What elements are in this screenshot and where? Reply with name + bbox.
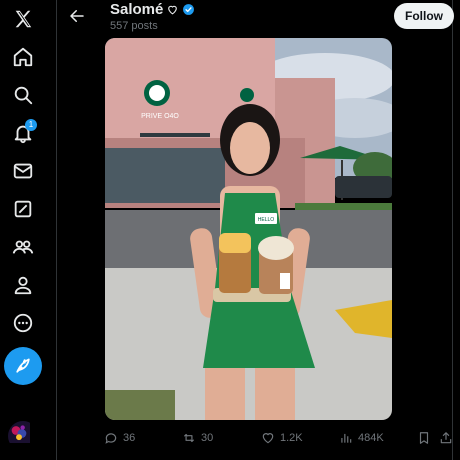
like-button[interactable]: 1.2K: [261, 428, 303, 448]
bookmark-icon: [419, 432, 429, 444]
reply-count: 36: [123, 432, 136, 444]
reply-button[interactable]: 36: [104, 428, 135, 448]
feather-icon: [16, 358, 30, 373]
apron-name-tag: HELLO: [258, 217, 275, 223]
profile-display-name: Salomé: [110, 1, 164, 18]
post-count: 557 posts: [110, 20, 158, 32]
heart-emoji-icon: [168, 5, 178, 15]
arrow-left-icon: [70, 10, 84, 22]
repost-button[interactable]: 30: [182, 428, 213, 448]
views-button[interactable]: 484K: [339, 428, 384, 448]
home-icon[interactable]: [6, 40, 40, 74]
divider: [56, 0, 57, 460]
repost-icon: [183, 433, 195, 443]
share-icon: [440, 432, 452, 444]
bookmark-button[interactable]: [417, 428, 431, 448]
media-side-space: [392, 38, 452, 420]
share-button[interactable]: [439, 428, 453, 448]
views-count: 484K: [358, 432, 384, 444]
views-chart-icon: [341, 433, 352, 443]
post-actions-bar: 36 30 1.2K 484K: [0, 428, 460, 450]
x-logo-icon[interactable]: [6, 2, 40, 36]
mail-icon[interactable]: [6, 154, 40, 188]
follow-button[interactable]: Follow: [394, 3, 454, 29]
post-photo[interactable]: PRIVE O4O HELLO: [105, 38, 392, 420]
heart-icon: [262, 433, 274, 444]
like-count: 1.2K: [280, 432, 303, 444]
profile-name-row: Salomé: [110, 1, 195, 18]
divider: [452, 0, 453, 460]
communities-icon[interactable]: [6, 230, 40, 264]
compose-post-button[interactable]: [4, 347, 42, 385]
profile-icon[interactable]: [6, 268, 40, 302]
repost-count: 30: [201, 432, 214, 444]
storefront-sign: PRIVE O4O: [141, 113, 179, 120]
search-icon[interactable]: [6, 78, 40, 112]
notifications-badge: 1: [25, 119, 37, 131]
grok-icon[interactable]: [6, 192, 40, 226]
verified-badge-icon[interactable]: [182, 3, 195, 16]
notifications-button[interactable]: 1: [6, 116, 40, 150]
photo-scene: PRIVE O4O HELLO: [105, 38, 392, 420]
back-button[interactable]: [66, 5, 88, 27]
left-nav: 1: [0, 0, 46, 460]
more-icon[interactable]: [6, 306, 40, 340]
reply-icon: [105, 433, 117, 444]
